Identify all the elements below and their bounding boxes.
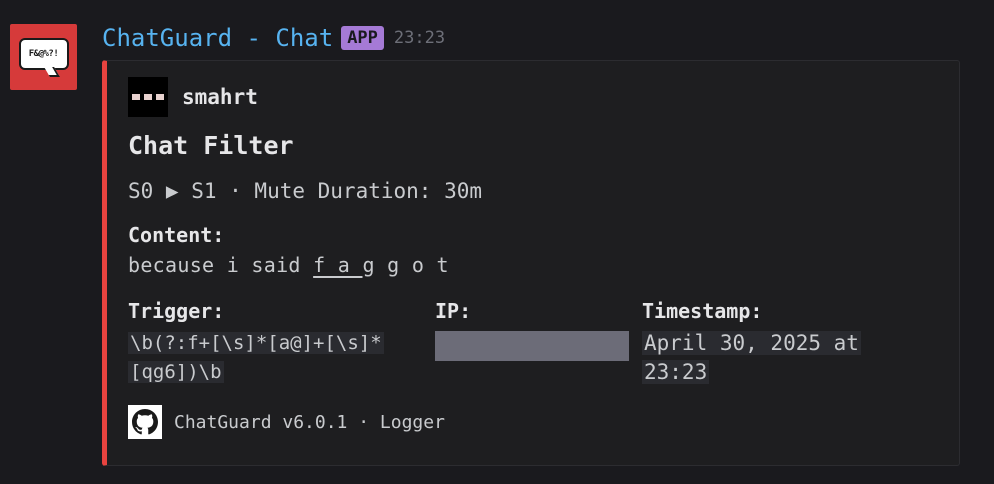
ip-field: IP: (435, 299, 635, 361)
embed-author: smahrt (128, 77, 258, 117)
message-timestamp[interactable]: 23:23 (394, 28, 445, 48)
embed-title: Chat Filter (128, 131, 294, 160)
trigger-line: [qg6])\b (128, 361, 224, 383)
trigger-field: Trigger: \b(?:f+[\s]*[a@]+[\s]* [qg6])\b (128, 299, 418, 387)
app-badge: APP (341, 26, 384, 50)
footer-text: ChatGuard v6.0.1 · Logger (174, 411, 445, 433)
content-value: because i said f_a_g g o t (128, 253, 449, 277)
content-field: Content: because i said f_a_g g o t (128, 223, 449, 277)
embed-author-name: smahrt (182, 85, 258, 109)
trigger-label: Trigger: (128, 299, 225, 323)
ip-label: IP: (435, 299, 472, 323)
timestamp-label: Timestamp: (642, 299, 763, 323)
timestamp-field: Timestamp: April 30, 2025 at 23:23 (642, 299, 902, 387)
message-header: ChatGuard - Chat APP 23:23 (102, 24, 445, 52)
author-name[interactable]: ChatGuard - Chat (102, 24, 333, 52)
ip-redacted-spoiler[interactable] (435, 331, 629, 361)
content-label: Content: (128, 223, 225, 247)
embed-card: smahrt Chat Filter S0 ▶ S1 · Mute Durati… (102, 60, 960, 466)
author-avatar-icon (128, 77, 168, 117)
timestamp-value: April 30, 2025 at 23:23 (642, 329, 902, 387)
content-suffix: g g o t (362, 253, 449, 277)
github-icon (128, 405, 162, 439)
embed-footer: ChatGuard v6.0.1 · Logger (128, 405, 445, 439)
speech-bubble-icon: F&@%?! (18, 38, 69, 70)
content-prefix: because i said (128, 253, 314, 277)
embed-description: S0 ▶ S1 · Mute Duration: 30m (128, 179, 483, 203)
timestamp-line: 23:23 (642, 360, 710, 384)
avatar-text: F&@%?! (28, 49, 59, 59)
trigger-code: \b(?:f+[\s]*[a@]+[\s]* [qg6])\b (128, 329, 418, 387)
trigger-line: \b(?:f+[\s]*[a@]+[\s]* (128, 332, 384, 354)
content-underlined: f_a_ (313, 253, 363, 277)
timestamp-line: April 30, 2025 at (642, 331, 861, 355)
bot-avatar[interactable]: F&@%?! (10, 24, 77, 90)
